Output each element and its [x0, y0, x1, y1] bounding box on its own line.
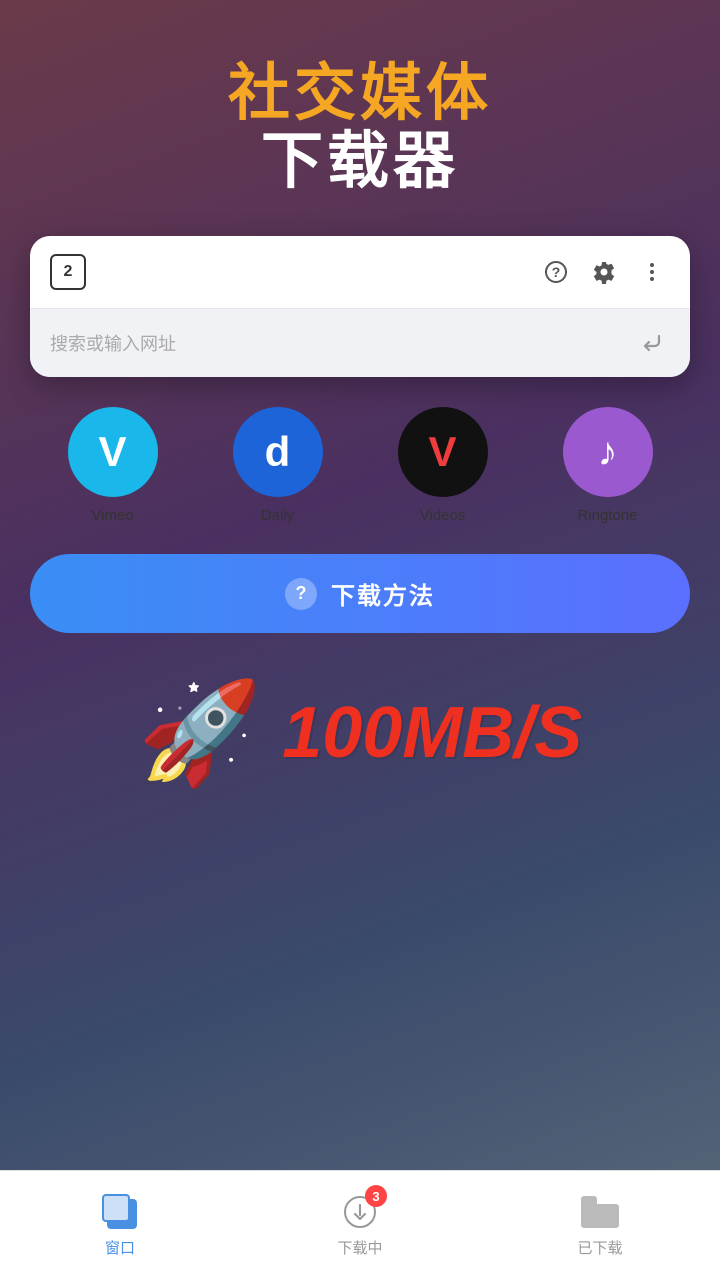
shortcut-daily[interactable]: d Daily [233, 407, 323, 524]
daily-icon: d [233, 407, 323, 497]
shortcut-grid: V Vimeo d Daily V Videos ♪ Ringtone [0, 377, 720, 544]
nav-downloading[interactable]: 3 下载中 [240, 1183, 480, 1268]
downloaded-nav-label: 已下载 [577, 1237, 622, 1258]
shortcut-ringtone[interactable]: ♪ Ringtone [563, 407, 653, 524]
browser-toolbar: 2 ? [30, 236, 690, 308]
downloading-nav-label: 下载中 [337, 1237, 382, 1258]
vimeo-icon: V [68, 407, 158, 497]
windows-nav-icon [101, 1193, 139, 1231]
ringtone-icon: ♪ [563, 407, 653, 497]
downloading-nav-icon: 3 [341, 1193, 379, 1231]
nav-windows[interactable]: 窗口 [0, 1183, 240, 1268]
windows-nav-label: 窗口 [105, 1237, 135, 1258]
svg-text:?: ? [552, 264, 561, 280]
help-icon[interactable]: ? [538, 254, 574, 290]
enter-icon [634, 325, 670, 361]
videos-label: Videos [420, 507, 466, 524]
title-line1: 社交媒体 [20, 60, 700, 128]
download-method-label: 下载方法 [331, 576, 435, 611]
videos-icon: V [398, 407, 488, 497]
settings-icon[interactable] [586, 254, 622, 290]
tab-count-badge[interactable]: 2 [50, 254, 86, 290]
vimeo-label: Vimeo [91, 507, 133, 524]
download-badge: 3 [365, 1185, 387, 1207]
rocket-icon: 🚀 [138, 683, 263, 783]
daily-label: Daily [261, 507, 294, 524]
promo-section: 🚀 100MB/S [0, 653, 720, 803]
more-icon[interactable] [634, 254, 670, 290]
browser-card: 2 ? 搜索或输入网址 [30, 236, 690, 377]
title-line2: 下载器 [20, 128, 700, 196]
downloaded-nav-icon [581, 1193, 619, 1231]
header-section: 社交媒体 下载器 [0, 0, 720, 226]
bottom-nav: 窗口 3 下载中 已下载 [0, 1170, 720, 1280]
search-placeholder[interactable]: 搜索或输入网址 [50, 330, 634, 356]
shortcut-videos[interactable]: V Videos [398, 407, 488, 524]
download-help-icon: ? [285, 578, 317, 610]
download-method-button[interactable]: ? 下载方法 [30, 554, 690, 633]
shortcut-vimeo[interactable]: V Vimeo [68, 407, 158, 524]
ringtone-label: Ringtone [577, 507, 637, 524]
speed-text: 100MB/S [282, 692, 582, 774]
nav-downloaded[interactable]: 已下载 [480, 1183, 720, 1268]
search-bar[interactable]: 搜索或输入网址 [30, 308, 690, 377]
